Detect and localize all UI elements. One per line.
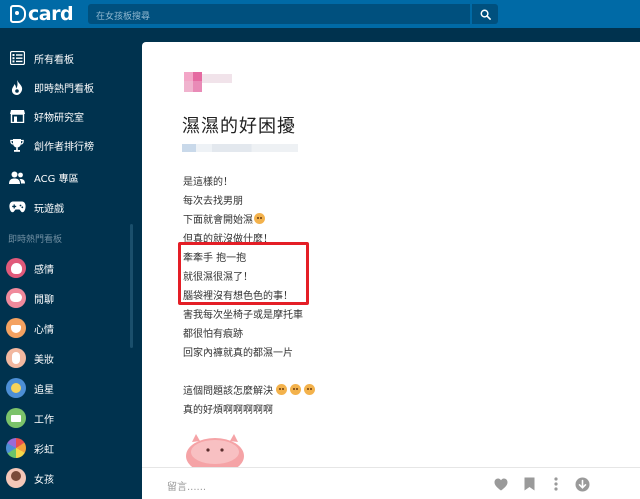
people-icon: [8, 168, 26, 186]
board-avatar: [6, 258, 26, 278]
sidebar-item-all-boards[interactable]: 所有看板: [0, 44, 135, 72]
scroll-down-button[interactable]: [574, 476, 590, 492]
sidebar-board-chat[interactable]: 閒聊: [0, 284, 135, 312]
sidebar-board-mood[interactable]: 心情: [0, 314, 135, 342]
board-label: 心情: [34, 324, 54, 336]
list-icon: [8, 49, 26, 67]
sidebar-item-label: 所有看板: [34, 54, 74, 66]
grinning-emoji-icon: [254, 213, 265, 224]
arrow-down-circle-icon: [575, 477, 589, 491]
post-line: 每次去找男朋: [183, 196, 243, 207]
board-label: 感情: [34, 264, 54, 276]
board-label: 美妝: [34, 354, 54, 366]
comment-input[interactable]: 留言......: [167, 478, 206, 493]
board-label: 追星: [34, 384, 54, 396]
sticker-image: [184, 432, 246, 474]
sidebar-item-label: 創作者排行榜: [34, 141, 94, 153]
sidebar-item-label: 即時熱門看板: [34, 83, 94, 95]
logo-text: card: [28, 3, 74, 25]
search-button[interactable]: [472, 4, 498, 24]
post-line: 害我每次坐椅子或是摩托車: [183, 310, 303, 321]
board-avatar: [6, 468, 26, 488]
store-icon: [8, 107, 26, 125]
logo-icon: [10, 5, 26, 23]
sidebar: 所有看板 即時熱門看板 好物研究室 創作者排行榜 ACG 專區 玩遊戲 即時熱門…: [0, 28, 135, 499]
post-line: 是這樣的！: [183, 177, 233, 188]
trophy-icon: [8, 136, 26, 154]
search-box: [88, 4, 470, 27]
gamepad-icon: [8, 198, 26, 216]
sidebar-item-hot-boards[interactable]: 即時熱門看板: [0, 73, 135, 101]
post-action-bar: 留言......: [142, 467, 640, 499]
hot-boards-section-title: 即時熱門看板: [8, 235, 63, 245]
bookmark-icon: [524, 477, 534, 491]
post-line: 真的好煩啊啊啊啊啊: [183, 405, 273, 416]
sidebar-board-rainbow[interactable]: 彩虹: [0, 434, 135, 462]
board-avatar: [6, 348, 26, 368]
post-line: 這個問題該怎麼解決: [183, 382, 315, 397]
board-label: 工作: [34, 414, 54, 426]
board-label: 彩虹: [34, 444, 54, 456]
sidebar-item-label: 玩遊戲: [34, 203, 64, 215]
board-avatar: [6, 378, 26, 398]
board-avatar: [6, 408, 26, 428]
search-icon: [480, 9, 491, 20]
board-label: 女孩: [34, 474, 54, 486]
sidebar-board-idol[interactable]: 追星: [0, 374, 135, 402]
dcard-logo[interactable]: card: [10, 3, 74, 25]
sidebar-board-work[interactable]: 工作: [0, 404, 135, 432]
search-input[interactable]: [88, 7, 470, 27]
flame-icon: [8, 78, 26, 96]
more-vertical-icon: [554, 477, 558, 491]
sidebar-item-goods-lab[interactable]: 好物研究室: [0, 102, 135, 130]
heart-icon: [494, 478, 508, 490]
post-line: 都很怕有痕跡: [183, 329, 243, 340]
sidebar-item-creator-ranking[interactable]: 創作者排行榜: [0, 131, 135, 159]
sad-emoji-icon: [290, 384, 301, 395]
sidebar-item-games[interactable]: 玩遊戲: [0, 193, 135, 221]
top-bar: card: [0, 0, 640, 28]
sidebar-board-makeup[interactable]: 美妝: [0, 344, 135, 372]
sidebar-board-relationship[interactable]: 感情: [0, 254, 135, 282]
sidebar-item-label: ACG 專區: [34, 173, 79, 185]
post-line: 下面就會開始濕: [183, 211, 265, 226]
board-label: 閒聊: [34, 294, 54, 306]
board-avatar: [6, 288, 26, 308]
bookmark-button[interactable]: [521, 476, 537, 492]
post-line-text: 這個問題該怎麼解決: [183, 386, 273, 397]
post-line-text: 下面就會開始濕: [183, 215, 253, 226]
board-avatar: [6, 438, 26, 458]
red-highlight-box: [178, 242, 309, 305]
post-line: 回家內褲就真的都濕一片: [183, 348, 293, 359]
sidebar-item-label: 好物研究室: [34, 112, 84, 124]
like-button[interactable]: [493, 476, 509, 492]
sad-emoji-icon: [304, 384, 315, 395]
sidebar-board-girl[interactable]: 女孩: [0, 464, 135, 492]
sad-emoji-icon: [276, 384, 287, 395]
sidebar-item-acg[interactable]: ACG 專區: [0, 163, 135, 191]
board-avatar: [6, 318, 26, 338]
author-avatar-blurred: [184, 72, 234, 94]
more-options-button[interactable]: [548, 476, 564, 492]
post-title: 濕濕的好困擾: [182, 116, 296, 137]
post-meta-blurred: [182, 144, 298, 152]
